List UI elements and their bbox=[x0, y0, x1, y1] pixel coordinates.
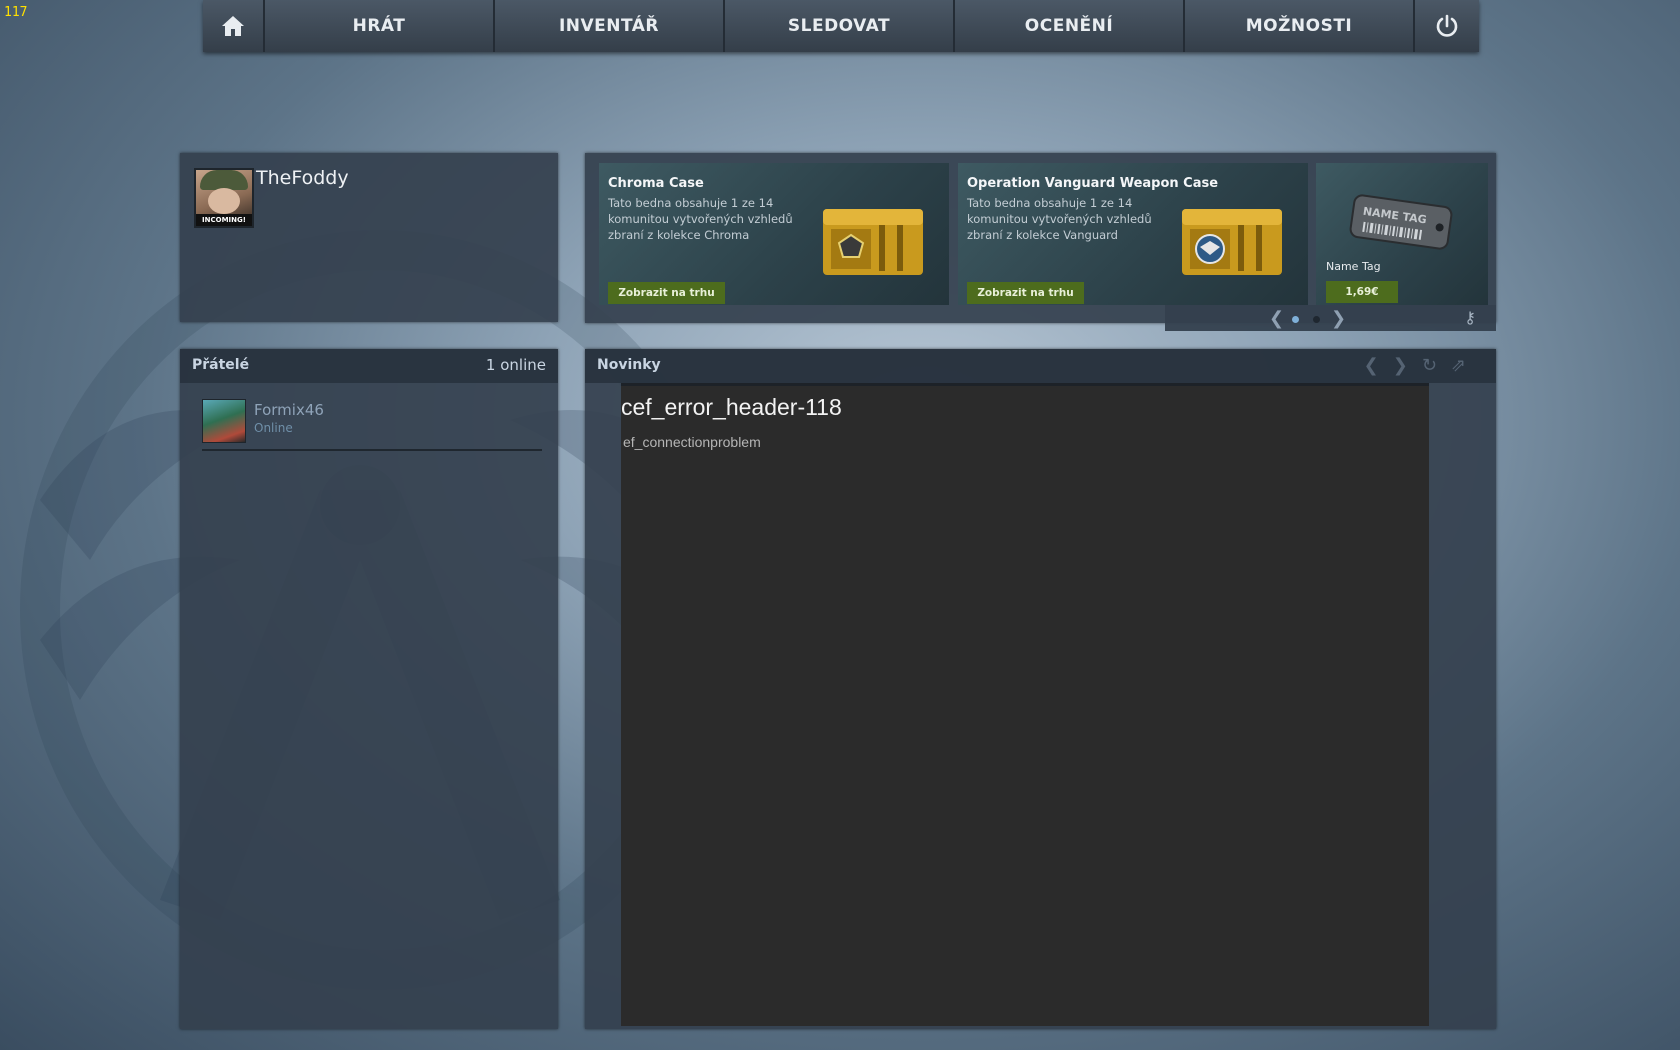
news-toolbar: ❮ ❯ ↻ ⇗ bbox=[1364, 355, 1466, 376]
news-header: Novinky ❮ ❯ ↻ ⇗ bbox=[585, 349, 1496, 383]
tab-inventory[interactable]: INVENTÁŘ bbox=[495, 0, 725, 52]
tab-play[interactable]: HRÁT bbox=[265, 0, 495, 52]
promo-card-title: Name Tag bbox=[1326, 260, 1381, 273]
avatar-helmet bbox=[200, 170, 248, 190]
fps-counter: 117 bbox=[4, 5, 28, 20]
key-icon[interactable]: ⚷ bbox=[1464, 308, 1476, 327]
avatar-face bbox=[208, 188, 240, 214]
chevron-right-icon[interactable]: ❯ bbox=[1331, 308, 1346, 329]
news-panel: Novinky ❮ ❯ ↻ ⇗ cef_error_header-118 ef_… bbox=[585, 349, 1496, 1029]
chevron-left-icon[interactable]: ❮ bbox=[1269, 308, 1284, 329]
carousel-dot[interactable] bbox=[1313, 316, 1320, 323]
avatar[interactable]: INCOMING! bbox=[194, 168, 254, 228]
promo-card-description: Tato bedna obsahuje 1 ze 14 komunitou vy… bbox=[967, 196, 1152, 242]
price-button[interactable]: 1,69€ bbox=[1326, 281, 1398, 303]
tab-watch[interactable]: SLEDOVAT bbox=[725, 0, 955, 52]
store-carousel: Chroma Case Tato bedna obsahuje 1 ze 14 … bbox=[585, 153, 1496, 331]
view-on-market-button[interactable]: Zobrazit na trhu bbox=[967, 282, 1084, 304]
carousel-controls: ❮ ❯ ⚷ bbox=[1165, 305, 1496, 331]
friend-avatar bbox=[202, 399, 246, 443]
promo-card-title: Operation Vanguard Weapon Case bbox=[967, 176, 1219, 191]
error-message: ef_connectionproblem bbox=[623, 434, 761, 450]
power-icon bbox=[1436, 14, 1458, 37]
promo-card-nametag[interactable]: NAME TAG Name Tag 1,69€ bbox=[1316, 163, 1488, 305]
weapon-case-icon bbox=[823, 209, 923, 275]
external-link-icon[interactable]: ⇗ bbox=[1451, 355, 1466, 376]
back-icon[interactable]: ❮ bbox=[1364, 355, 1379, 376]
avatar-caption: INCOMING! bbox=[196, 214, 252, 226]
home-button[interactable] bbox=[203, 0, 265, 52]
profile-panel: INCOMING! TheFoddy bbox=[180, 153, 558, 322]
tab-options[interactable]: MOŽNOSTI bbox=[1185, 0, 1415, 52]
refresh-icon[interactable]: ↻ bbox=[1422, 355, 1437, 376]
news-browser-frame[interactable]: cef_error_header-118 ef_connectionproble… bbox=[621, 383, 1429, 1026]
friend-list-item[interactable]: Formix46 Online bbox=[202, 399, 542, 451]
news-title: Novinky bbox=[597, 357, 661, 373]
friends-header: Přátelé 1 online bbox=[180, 349, 558, 383]
forward-icon[interactable]: ❯ bbox=[1393, 355, 1408, 376]
tab-awards[interactable]: OCENĚNÍ bbox=[955, 0, 1185, 52]
home-icon bbox=[222, 16, 244, 36]
friends-online-count: 1 online bbox=[485, 356, 546, 374]
name-tag-icon: NAME TAG bbox=[1349, 194, 1453, 250]
weapon-case-icon bbox=[1182, 209, 1282, 275]
friend-name: Formix46 bbox=[254, 401, 324, 419]
friends-title: Přátelé bbox=[192, 357, 250, 373]
promo-card-title: Chroma Case bbox=[608, 176, 704, 191]
promo-card-vanguard[interactable]: Operation Vanguard Weapon Case Tato bedn… bbox=[958, 163, 1308, 305]
error-header: cef_error_header-118 bbox=[621, 394, 842, 420]
promo-card-description: Tato bedna obsahuje 1 ze 14 komunitou vy… bbox=[608, 196, 793, 242]
power-button[interactable] bbox=[1415, 0, 1479, 52]
top-navigation: HRÁT INVENTÁŘ SLEDOVAT OCENĚNÍ MOŽNOSTI bbox=[203, 0, 1479, 52]
username[interactable]: TheFoddy bbox=[256, 167, 349, 189]
view-on-market-button[interactable]: Zobrazit na trhu bbox=[608, 282, 725, 304]
friends-panel: Přátelé 1 online Formix46 Online bbox=[180, 349, 558, 1029]
promo-card-chroma[interactable]: Chroma Case Tato bedna obsahuje 1 ze 14 … bbox=[599, 163, 949, 305]
friend-status: Online bbox=[254, 421, 293, 435]
carousel-dot[interactable] bbox=[1292, 316, 1299, 323]
